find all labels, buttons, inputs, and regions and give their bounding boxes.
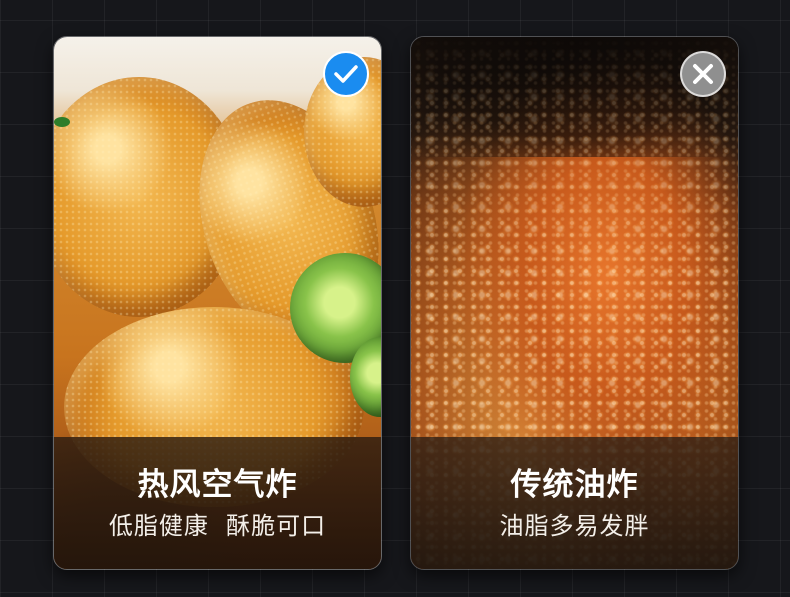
air-fryer-card: 热风空气炸 低脂健康 酥脆可口 [53, 36, 382, 570]
deep-fry-subtitle: 油脂多易发胖 [499, 512, 650, 540]
deep-fry-card: 传统油炸 油脂多易发胖 [410, 36, 739, 570]
air-fryer-caption: 热风空气炸 低脂健康 酥脆可口 [54, 437, 381, 569]
air-fryer-title: 热风空气炸 [137, 467, 298, 503]
deep-fry-caption: 传统油炸 油脂多易发胖 [411, 437, 738, 569]
check-badge-icon [323, 51, 369, 97]
air-fryer-subtitle: 低脂健康 酥脆可口 [108, 512, 327, 540]
cross-badge-icon [680, 51, 726, 97]
deep-fry-title: 传统油炸 [510, 467, 639, 503]
